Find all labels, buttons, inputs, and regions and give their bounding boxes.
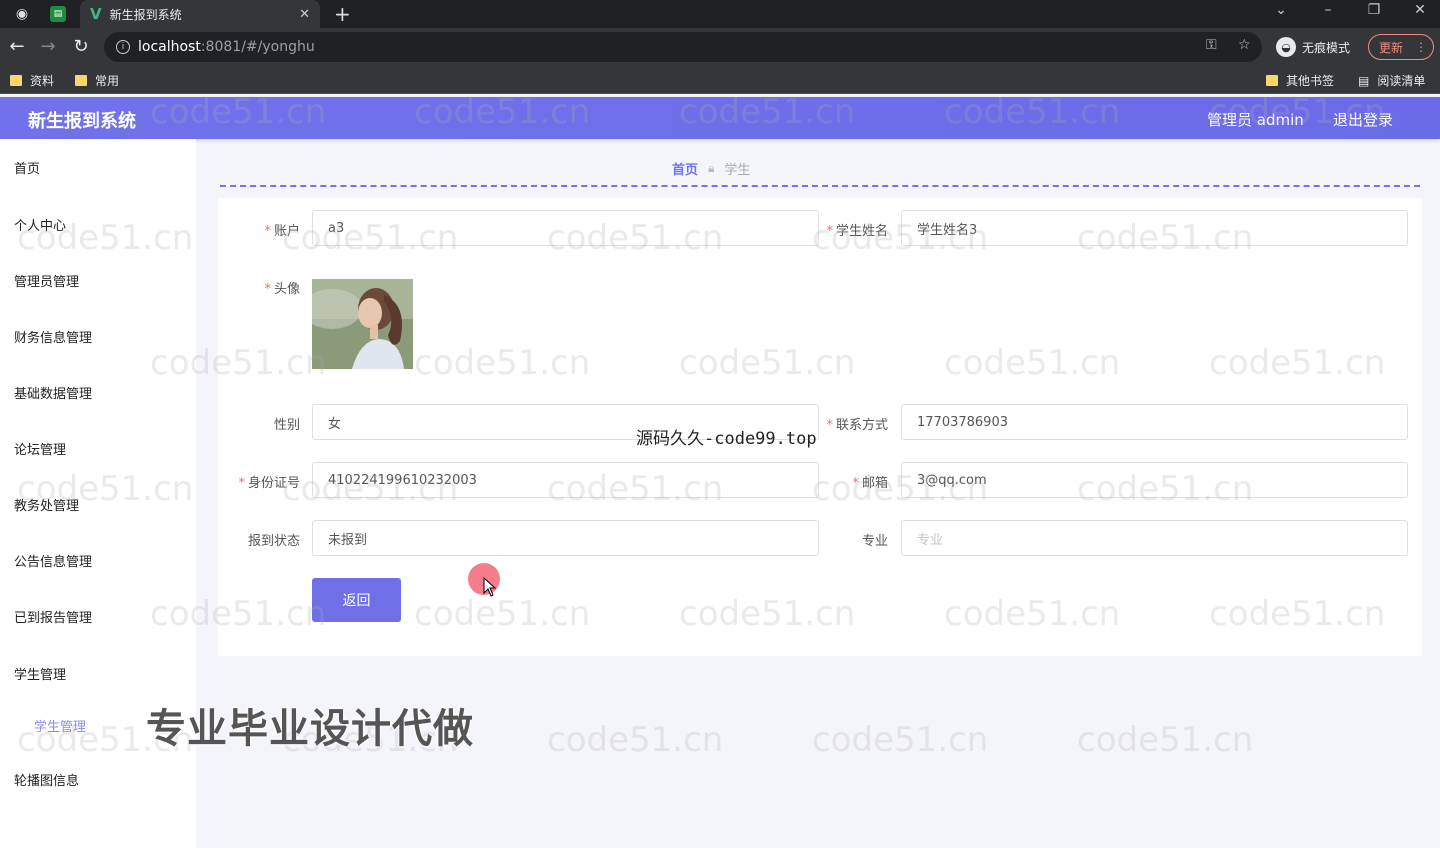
sidebar-item-reports[interactable]: 已到报告管理 xyxy=(14,607,92,626)
incognito-icon: ◒ xyxy=(1276,37,1296,57)
folder-icon xyxy=(1266,75,1278,86)
logout-link[interactable]: 退出登录 xyxy=(1333,109,1393,130)
breadcrumb-divider xyxy=(220,185,1420,187)
sidebar-item-basic-data[interactable]: 基础数据管理 xyxy=(14,383,92,402)
tab-title: 新生报到系统 xyxy=(109,7,182,22)
required-mark: * xyxy=(826,224,833,239)
avatar-label-text: 头像 xyxy=(273,282,300,297)
app-header: 新生报到系统 管理员 admin 退出登录 xyxy=(0,97,1440,139)
bookmark-folder-other[interactable]: 其他书签 xyxy=(1266,72,1334,89)
student-name-field[interactable]: 学生姓名3 xyxy=(901,210,1408,246)
vue-logo-icon: V xyxy=(90,5,102,23)
minimize-icon[interactable]: – xyxy=(1313,2,1343,18)
sidebar-item-academic[interactable]: 教务处管理 xyxy=(14,495,79,514)
bookmark-folder-ziliao[interactable]: 资料 xyxy=(10,72,54,89)
required-mark: * xyxy=(852,476,859,491)
reading-list[interactable]: ▤ 阅读清单 xyxy=(1358,72,1425,89)
breadcrumb-current: 学生 xyxy=(724,163,751,178)
forward-icon[interactable]: → xyxy=(37,36,59,57)
idcard-label-text: 身份证号 xyxy=(247,476,300,491)
sidebar-item-forum[interactable]: 论坛管理 xyxy=(14,439,66,458)
incognito-indicator[interactable]: ◒ 无痕模式 xyxy=(1276,37,1350,57)
promo-overlay-text: 专业毕业设计代做 xyxy=(146,706,474,752)
sidebar-item-profile[interactable]: 个人中心 xyxy=(14,215,66,234)
avatar-photo xyxy=(312,279,413,369)
more-menu-icon: ⋮ xyxy=(1415,40,1428,54)
phone-label: * 联系方式 xyxy=(810,414,888,433)
idcard-label: * 身份证号 xyxy=(220,472,300,491)
bookmark-folder-changyong[interactable]: 常用 xyxy=(75,72,119,89)
email-label: * 邮箱 xyxy=(820,472,888,491)
avatar-image[interactable] xyxy=(312,279,413,369)
account-label-text: 账户 xyxy=(273,224,300,239)
status-label: 报到状态 xyxy=(247,534,300,549)
maximize-icon[interactable]: ❐ xyxy=(1359,2,1389,18)
current-user: 管理员 admin xyxy=(1207,111,1304,129)
window-close-icon[interactable]: ✕ xyxy=(1405,2,1435,18)
back-button[interactable]: 返回 xyxy=(312,578,401,622)
major-label: 专业 xyxy=(861,534,888,549)
required-mark: * xyxy=(264,224,271,239)
gender-label: 性别 xyxy=(273,418,300,433)
reading-list-icon: ▤ xyxy=(1358,73,1370,88)
update-button[interactable]: 更新 ⋮ xyxy=(1368,34,1434,60)
bookmark-star-icon[interactable]: ☆ xyxy=(1238,37,1251,53)
sidebar-item-finance[interactable]: 财务信息管理 xyxy=(14,327,92,346)
phone-field[interactable]: 17703786903 xyxy=(901,404,1408,440)
sidebar-item-carousel[interactable]: 轮播图信息 xyxy=(14,770,79,789)
back-icon[interactable]: ← xyxy=(6,36,28,57)
tab-close-icon[interactable]: ✕ xyxy=(299,7,310,22)
email-field[interactable]: 3@qq.com xyxy=(901,462,1408,498)
browser-menu-icon[interactable]: ◉ xyxy=(12,4,32,24)
phone-label-text: 联系方式 xyxy=(835,418,888,433)
major-field[interactable]: 专业 xyxy=(901,520,1408,556)
reload-icon[interactable]: ↻ xyxy=(70,36,92,57)
incognito-label: 无痕模式 xyxy=(1302,40,1351,55)
bookmark-label: 常用 xyxy=(95,74,120,88)
watermark: code51.cn xyxy=(547,720,724,760)
update-label: 更新 xyxy=(1379,40,1404,55)
breadcrumb: 首页 🔒︎ 学生 xyxy=(672,159,750,178)
sidebar-item-notices[interactable]: 公告信息管理 xyxy=(14,551,92,570)
sidebar-subitem-students[interactable]: 学生管理 xyxy=(34,716,86,735)
account-label: * 账户 xyxy=(230,220,300,239)
account-field[interactable]: a3 xyxy=(312,210,819,246)
sidebar-item-admins[interactable]: 管理员管理 xyxy=(14,271,79,290)
sheets-tab-icon[interactable]: ▤ xyxy=(50,6,66,22)
address-bar-row: ← → ↻ i localhost:8081/#/yonghu ⚿ ☆ ◒ 无痕… xyxy=(0,28,1440,66)
required-mark: * xyxy=(826,418,833,433)
mouse-cursor-icon xyxy=(483,577,497,597)
watermark: code51.cn xyxy=(1077,720,1254,760)
sidebar-item-home[interactable]: 首页 xyxy=(14,158,40,177)
student-name-label: * 学生姓名 xyxy=(810,220,888,239)
bookmark-label: 阅读清单 xyxy=(1377,74,1426,88)
email-label-text: 邮箱 xyxy=(861,476,888,491)
required-mark: * xyxy=(264,282,271,297)
bookmarks-bar: 资料 常用 其他书签 ▤ 阅读清单 xyxy=(0,66,1440,94)
active-tab[interactable]: V 新生报到系统 ✕ xyxy=(80,0,320,28)
bookmark-label: 资料 xyxy=(30,74,55,88)
student-name-label-text: 学生姓名 xyxy=(835,224,888,239)
key-icon[interactable]: ⚿ xyxy=(1206,37,1217,53)
sidebar-item-students[interactable]: 学生管理 xyxy=(14,664,66,683)
url-host: localhost xyxy=(138,39,201,55)
status-field[interactable]: 未报到 xyxy=(312,520,819,556)
folder-icon xyxy=(75,75,87,86)
app-title: 新生报到系统 xyxy=(28,111,136,132)
site-info-icon[interactable]: i xyxy=(116,40,130,54)
bookmark-label: 其他书签 xyxy=(1286,74,1335,88)
breadcrumb-home[interactable]: 首页 xyxy=(672,159,698,178)
watermark: code51.cn xyxy=(812,720,989,760)
required-mark: * xyxy=(238,476,245,491)
folder-icon xyxy=(10,75,22,86)
source-overlay-text: 源码久久-code99.top xyxy=(636,429,817,449)
avatar-label: * 头像 xyxy=(230,278,300,297)
browser-tab-bar: ◉ ▤ V 新生报到系统 ✕ + ⌄ – ❐ ✕ xyxy=(0,0,1440,28)
breadcrumb-separator-icon: 🔒︎ xyxy=(708,161,715,175)
tab-search-icon[interactable]: ⌄ xyxy=(1266,2,1296,18)
url-path: :8081/#/yonghu xyxy=(200,39,315,55)
url-field[interactable]: i localhost:8081/#/yonghu xyxy=(104,32,1262,62)
new-tab-icon[interactable]: + xyxy=(334,2,351,26)
idcard-field[interactable]: 410224199610232003 xyxy=(312,462,819,498)
